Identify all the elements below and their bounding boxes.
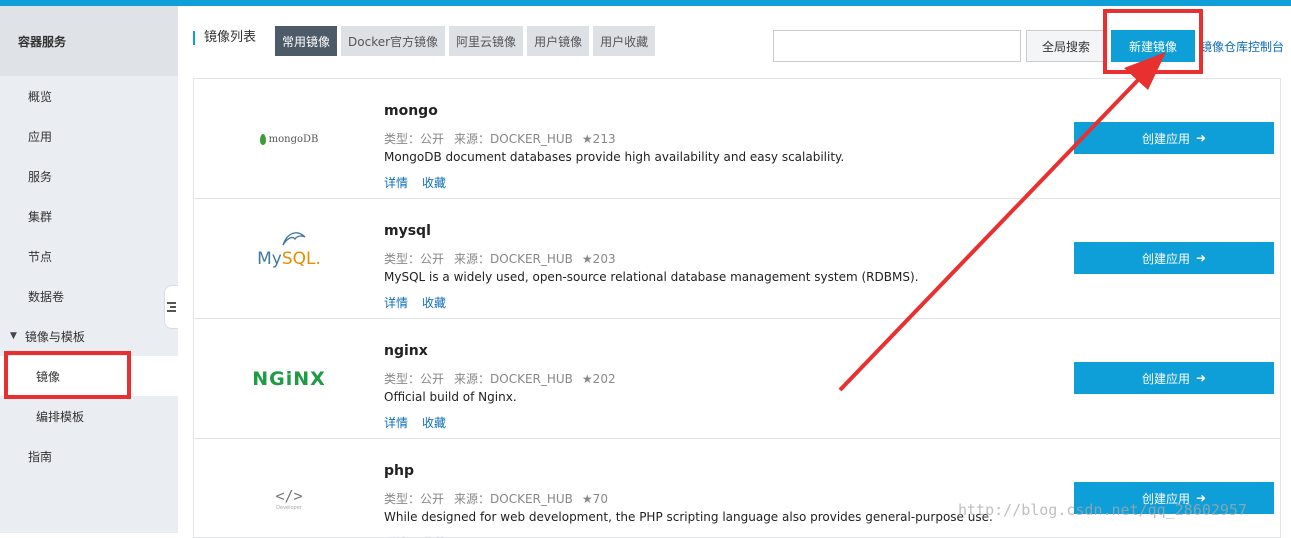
- arrow-right-icon: ➜: [1195, 371, 1207, 385]
- tab-user-favorites[interactable]: 用户收藏: [593, 26, 656, 56]
- image-logo: MySQL.: [194, 199, 384, 319]
- favorite-link[interactable]: 收藏: [422, 416, 446, 430]
- logo-mark: .: [315, 249, 321, 269]
- image-meta: 类型：公开 来源：DOCKER_HUB ★70: [384, 490, 993, 507]
- image-name: nginx: [384, 343, 428, 359]
- image-type: 类型：公开: [384, 492, 445, 506]
- arrow-right-icon: ➜: [1195, 251, 1207, 265]
- image-name: mongo: [384, 103, 438, 119]
- image-stars: ★203: [581, 252, 616, 266]
- favorite-link[interactable]: 收藏: [422, 296, 446, 310]
- sidebar-group-label: 镜像与模板: [24, 329, 85, 344]
- image-description: MySQL is a widely used, open-source rela…: [384, 270, 919, 284]
- detail-link[interactable]: 详情: [384, 176, 408, 190]
- sidebar-item-overview[interactable]: 概览: [0, 76, 178, 116]
- collapse-menu-icon: [167, 302, 176, 312]
- tab-user-images[interactable]: 用户镜像: [527, 26, 590, 56]
- detail-link[interactable]: 详情: [384, 416, 408, 430]
- image-stars: ★202: [581, 372, 616, 386]
- php-logo: </> Developer: [275, 487, 302, 511]
- create-app-button[interactable]: 创建应用 ➜: [1074, 362, 1274, 394]
- list-item: MySQL. mysql 类型：公开 来源：DOCKER_HUB ★203 MySQ…: [194, 199, 1280, 319]
- create-app-button[interactable]: 创建应用 ➜: [1074, 242, 1274, 274]
- sidebar-item-nodes[interactable]: 节点: [0, 236, 178, 276]
- sidebar-item-services[interactable]: 服务: [0, 156, 178, 196]
- global-search-button[interactable]: 全局搜索: [1026, 30, 1106, 62]
- logo-caption: Developer: [276, 505, 302, 511]
- image-stars: ★213: [581, 132, 616, 146]
- code-icon: </>: [275, 487, 303, 505]
- detail-link[interactable]: 详情: [384, 296, 408, 310]
- sidebar-item-clusters[interactable]: 集群: [0, 196, 178, 236]
- toolbar: 镜像列表 常用镜像 Docker官方镜像 阿里云镜像 用户镜像 用户收藏 全局搜…: [178, 6, 1291, 76]
- create-app-label: 创建应用: [1141, 131, 1190, 146]
- logo-text-sql: SQL: [281, 249, 316, 269]
- dolphin-icon: [282, 232, 306, 246]
- image-description: Official build of Nginx.: [384, 390, 517, 404]
- sidebar-title: 容器服务: [0, 6, 178, 76]
- sidebar-item-images[interactable]: 镜像: [0, 356, 178, 396]
- image-type: 类型：公开: [384, 132, 445, 146]
- sidebar-group-images-templates[interactable]: ▼ 镜像与模板: [0, 316, 178, 356]
- image-description: While designed for web development, the …: [384, 510, 993, 524]
- image-stars: ★70: [581, 492, 608, 506]
- create-app-button[interactable]: 创建应用 ➜: [1074, 122, 1274, 154]
- page-title: 镜像列表: [193, 31, 256, 45]
- sidebar-item-volumes[interactable]: 数据卷: [0, 276, 178, 316]
- create-app-label: 创建应用: [1141, 251, 1190, 266]
- search-input[interactable]: [773, 30, 1021, 62]
- image-name: php: [384, 463, 415, 479]
- image-list: mongoDB mongo 类型：公开 来源：DOCKER_HUB ★213 Mon…: [193, 78, 1281, 538]
- mysql-logo: MySQL.: [257, 232, 321, 269]
- image-meta: 类型：公开 来源：DOCKER_HUB ★203: [384, 250, 918, 267]
- list-item: mongoDB mongo 类型：公开 来源：DOCKER_HUB ★213 Mon…: [194, 79, 1280, 199]
- sidebar-item-templates[interactable]: 编排模板: [0, 396, 178, 436]
- favorite-link[interactable]: 收藏: [422, 176, 446, 190]
- triangle-down-icon: ▼: [10, 331, 17, 341]
- mongodb-logo: mongoDB: [259, 133, 319, 145]
- registry-console-link[interactable]: 镜像仓库控制台: [1200, 38, 1284, 55]
- main-content: 镜像列表 常用镜像 Docker官方镜像 阿里云镜像 用户镜像 用户收藏 全局搜…: [178, 6, 1291, 538]
- image-name: mysql: [384, 223, 431, 239]
- sidebar-collapse-handle[interactable]: [164, 285, 178, 329]
- image-source: 来源：DOCKER_HUB: [454, 372, 573, 386]
- arrow-right-icon: ➜: [1195, 131, 1207, 145]
- image-source: 来源：DOCKER_HUB: [454, 252, 573, 266]
- image-source: 来源：DOCKER_HUB: [454, 132, 573, 146]
- image-description: MongoDB document databases provide high …: [384, 150, 845, 164]
- image-meta: 类型：公开 来源：DOCKER_HUB ★213: [384, 130, 844, 147]
- mongodb-leaf-icon: [259, 133, 266, 145]
- image-tabs: 常用镜像 Docker官方镜像 阿里云镜像 用户镜像 用户收藏: [275, 26, 659, 56]
- list-item: </> Developer php 类型：公开 来源：DOCKER_HUB ★70 …: [194, 439, 1280, 537]
- image-logo: NGiNX: [194, 319, 384, 439]
- logo-text: mongoDB: [268, 133, 319, 145]
- image-meta: 类型：公开 来源：DOCKER_HUB ★202: [384, 370, 616, 387]
- image-source: 来源：DOCKER_HUB: [454, 492, 573, 506]
- image-type: 类型：公开: [384, 372, 445, 386]
- tab-docker-official[interactable]: Docker官方镜像: [341, 26, 446, 56]
- sidebar-item-guide[interactable]: 指南: [0, 436, 178, 476]
- new-image-button[interactable]: 新建镜像: [1111, 30, 1195, 62]
- tab-common-images[interactable]: 常用镜像: [275, 26, 338, 56]
- image-logo: mongoDB: [194, 79, 384, 199]
- image-logo: </> Developer: [194, 439, 384, 537]
- create-app-label: 创建应用: [1141, 371, 1190, 386]
- image-type: 类型：公开: [384, 252, 445, 266]
- tab-aliyun-images[interactable]: 阿里云镜像: [449, 26, 524, 56]
- logo-text-my: My: [257, 249, 282, 269]
- sidebar-item-apps[interactable]: 应用: [0, 116, 178, 156]
- nginx-logo: NGiNX: [252, 368, 326, 390]
- sidebar: 容器服务 概览 应用 服务 集群 节点 数据卷 ▼ 镜像与模板 镜像 编排模板 …: [0, 6, 178, 533]
- watermark: http://blog.csdn.net/qq_28602957: [958, 501, 1247, 519]
- list-item: NGiNX nginx 类型：公开 来源：DOCKER_HUB ★202 Offic…: [194, 319, 1280, 439]
